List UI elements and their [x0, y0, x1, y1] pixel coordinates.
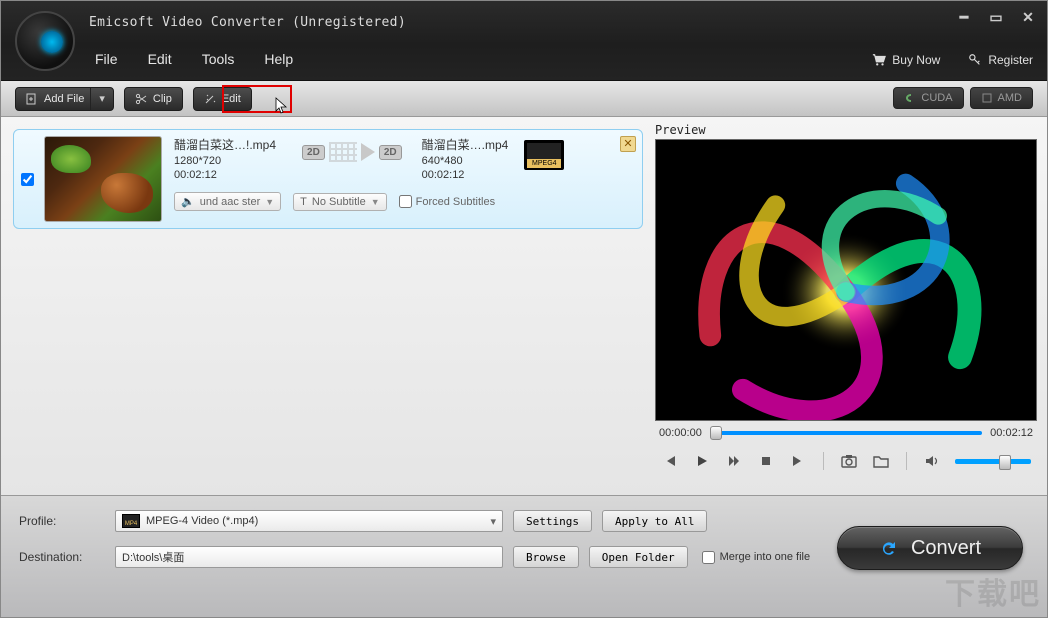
dest-filename: 醋溜白菜….mp4 — [422, 136, 509, 153]
volume-icon[interactable] — [923, 452, 941, 470]
preview-image — [656, 140, 1036, 421]
file-list: 醋溜白菜这…!.mp4 1280*720 00:02:12 2D 2D 醋溜白菜… — [1, 117, 655, 495]
dest-duration: 00:02:12 — [422, 169, 509, 181]
edit-label: Edit — [222, 93, 241, 105]
time-current: 00:00:00 — [659, 427, 702, 439]
preview-screen[interactable] — [655, 139, 1037, 421]
apply-to-all-button[interactable]: Apply to All — [602, 510, 707, 532]
footer: Profile: MP4 MPEG-4 Video (*.mp4) ▾ Sett… — [1, 495, 1047, 617]
add-file-dropdown[interactable]: ▾ — [90, 88, 113, 110]
conversion-arrow: 2D 2D — [302, 142, 402, 162]
format-icon — [524, 140, 564, 170]
wand-icon — [204, 93, 216, 105]
cuda-label: CUDA — [921, 92, 952, 104]
titlebar: Emicsoft Video Converter (Unregistered) … — [1, 1, 1047, 81]
register-link[interactable]: Register — [968, 53, 1033, 67]
destination-value: D:\tools\桌面 — [122, 549, 184, 565]
profile-label: Profile: — [19, 514, 105, 528]
app-logo — [15, 11, 75, 71]
dest-resolution: 640*480 — [422, 155, 509, 167]
nvidia-icon — [904, 92, 916, 104]
audio-track-dropdown[interactable]: 🔈 und aac ster ▼ — [174, 192, 281, 211]
convert-button[interactable]: Convert — [837, 526, 1023, 570]
audio-track-label: und aac ster — [200, 196, 261, 208]
file-checkbox[interactable] — [21, 173, 34, 186]
maximize-button[interactable]: ▭ — [987, 9, 1005, 26]
settings-button[interactable]: Settings — [513, 510, 592, 532]
forced-subtitles-label: Forced Subtitles — [416, 196, 495, 208]
seek-slider[interactable] — [710, 431, 982, 435]
destination-label: Destination: — [19, 550, 105, 564]
subtitle-label: No Subtitle — [312, 196, 366, 208]
forced-subtitles-checkbox[interactable]: Forced Subtitles — [399, 195, 495, 208]
amd-icon — [981, 92, 993, 104]
source-resolution: 1280*720 — [174, 155, 276, 167]
open-snapshot-folder-button[interactable] — [872, 452, 890, 470]
watermark: 下载吧 — [945, 569, 1041, 613]
merge-checkbox[interactable] — [702, 551, 715, 564]
main-area: 醋溜白菜这…!.mp4 1280*720 00:02:12 2D 2D 醋溜白菜… — [1, 117, 1047, 495]
add-file-icon — [26, 93, 38, 105]
dest-info: 醋溜白菜….mp4 640*480 00:02:12 — [422, 136, 509, 181]
file-item[interactable]: 醋溜白菜这…!.mp4 1280*720 00:02:12 2D 2D 醋溜白菜… — [13, 129, 643, 229]
stop-button[interactable] — [757, 452, 775, 470]
cuda-badge[interactable]: CUDA — [893, 87, 963, 109]
badge-2d-dst: 2D — [379, 145, 402, 160]
source-duration: 00:02:12 — [174, 169, 276, 181]
next-button[interactable] — [789, 452, 807, 470]
fastforward-button[interactable] — [725, 452, 743, 470]
profile-value: MPEG-4 Video (*.mp4) — [146, 515, 258, 527]
speaker-icon: 🔈 — [181, 195, 195, 208]
close-button[interactable]: ✕ — [1019, 9, 1037, 26]
remove-item-button[interactable]: ✕ — [620, 136, 636, 152]
refresh-icon — [879, 538, 899, 558]
cart-icon — [872, 53, 886, 67]
menu-edit[interactable]: Edit — [148, 51, 172, 67]
convert-label: Convert — [911, 537, 981, 560]
register-label: Register — [988, 53, 1033, 67]
add-file-button[interactable]: Add File ▾ — [15, 87, 114, 111]
subtitle-dropdown[interactable]: T No Subtitle ▼ — [293, 193, 386, 211]
menu-help[interactable]: Help — [264, 51, 293, 67]
profile-select[interactable]: MP4 MPEG-4 Video (*.mp4) ▾ — [115, 510, 503, 532]
source-filename: 醋溜白菜这…!.mp4 — [174, 136, 276, 153]
key-icon — [968, 53, 982, 67]
volume-slider[interactable] — [955, 459, 1031, 464]
menubar: File Edit Tools Help — [95, 51, 293, 67]
menu-file[interactable]: File — [95, 51, 118, 67]
merge-label: Merge into one file — [720, 551, 811, 563]
amd-badge[interactable]: AMD — [970, 87, 1033, 109]
play-button[interactable] — [693, 452, 711, 470]
open-folder-button[interactable]: Open Folder — [589, 546, 688, 568]
clip-label: Clip — [153, 93, 172, 105]
time-bar: 00:00:00 00:02:12 — [655, 421, 1037, 445]
time-total: 00:02:12 — [990, 427, 1033, 439]
scissors-icon — [135, 93, 147, 105]
buy-now-link[interactable]: Buy Now — [872, 53, 940, 67]
window-title: Emicsoft Video Converter (Unregistered) — [89, 15, 406, 30]
menu-tools[interactable]: Tools — [202, 51, 235, 67]
amd-label: AMD — [998, 92, 1022, 104]
edit-button[interactable]: Edit — [193, 87, 252, 111]
source-info: 醋溜白菜这…!.mp4 1280*720 00:02:12 — [174, 136, 276, 181]
file-thumbnail[interactable] — [44, 136, 162, 222]
playback-controls — [655, 445, 1037, 477]
add-file-label: Add File — [44, 93, 84, 105]
minimize-button[interactable]: ━ — [955, 9, 973, 26]
badge-2d-src: 2D — [302, 145, 325, 160]
subtitle-icon: T — [300, 196, 307, 208]
snapshot-button[interactable] — [840, 452, 858, 470]
browse-button[interactable]: Browse — [513, 546, 579, 568]
toolbar: Add File ▾ Clip Edit CUDA AMD — [1, 81, 1047, 117]
cursor-icon — [275, 97, 289, 115]
prev-button[interactable] — [661, 452, 679, 470]
destination-field[interactable]: D:\tools\桌面 — [115, 546, 503, 568]
clip-button[interactable]: Clip — [124, 87, 183, 111]
preview-label: Preview — [655, 123, 1037, 137]
buy-now-label: Buy Now — [892, 53, 940, 67]
mpeg4-icon: MP4 — [122, 514, 140, 528]
preview-panel: Preview 00:00:00 00:02:12 — [655, 117, 1047, 495]
